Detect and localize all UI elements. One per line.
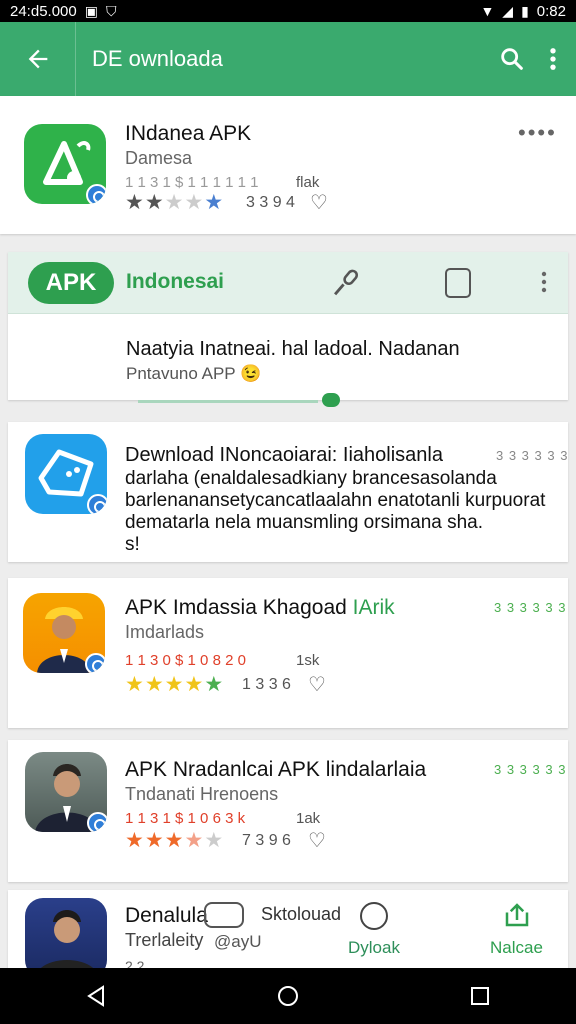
apk-badge: APK [28, 262, 114, 304]
action-label[interactable]: Sktolouad [261, 904, 341, 925]
rating-count: 7 3 9 6 [242, 832, 291, 849]
action-label[interactable]: Nalcae [490, 938, 543, 958]
verified-badge-icon [87, 812, 107, 832]
clipboard-icon[interactable] [445, 268, 471, 298]
app-name: APK Imdassia Khagoad IArik [125, 596, 395, 619]
featured-banner[interactable]: APK Indonesai Naatyia Inatneai. hal lado… [8, 252, 568, 407]
app-title: Dewnload INoncaoiarai: Iiaholisanla [125, 444, 443, 466]
gallery-icon: ▣ [84, 2, 98, 19]
system-nav-bar [0, 968, 576, 1024]
status-time-right: 0:82 [536, 2, 566, 20]
app-icon [25, 898, 107, 968]
favorite-icon[interactable]: ♡ [308, 672, 326, 697]
app-developer: Tndanati Hrenoens [125, 784, 279, 804]
person-avatar-icon [41, 910, 93, 968]
app-name: APK Nradanlcai APK lindalarlaia [125, 758, 427, 781]
arrow-back-icon [28, 49, 47, 69]
banner-title: Indonesai [126, 270, 225, 293]
banner-description: Naatyia Inatneai. hal ladoal. Nadanan [126, 338, 460, 360]
list-item[interactable]: Denalula Trerlaleity 2 2 Sktolouad @ayU … [8, 890, 568, 968]
app-icon [24, 124, 106, 204]
list-item[interactable]: Dewnload INoncaoiarai: Iiaholisanla 3 3 … [8, 422, 568, 562]
status-time-left: 24:d5.000 [10, 2, 77, 20]
cut-off-text: 2 2 [125, 958, 145, 968]
more-vert-icon[interactable] [548, 45, 558, 73]
progress-track [138, 400, 318, 403]
app-icon [23, 593, 105, 673]
progress-handle[interactable] [322, 393, 340, 407]
app-size: 1ak [296, 810, 321, 827]
rating-stars: ★★★★★ [125, 191, 225, 214]
favorite-icon[interactable]: ♡ [310, 190, 328, 215]
microphone-icon[interactable] [328, 266, 362, 300]
search-icon[interactable] [498, 45, 526, 73]
rating-tag: 3 3 3 3 3 3 [496, 448, 569, 463]
rating-tag: 3 3 3 3 3 3 [494, 600, 567, 615]
app-bar: DE ownloada [0, 22, 576, 96]
status-bar: 24:d5.000 ▣ ⛉ ▼ ◢ ▮ 0:82 [0, 0, 576, 22]
description-line: barlenanansetycancatlaalahn enatotanli k… [125, 490, 546, 511]
app-name-highlight: IArik [352, 596, 395, 619]
app-meta: 1 1 3 0 $ 1 0 8 2 0 [125, 652, 246, 669]
upload-icon[interactable] [502, 900, 532, 930]
list-item[interactable]: APK Nradanlcai APK lindalarlaia 3 3 3 3 … [8, 740, 568, 882]
home-nav-button[interactable] [268, 976, 308, 1016]
action-sublabel: @ayU [214, 932, 262, 951]
rating-stars: ★★★★★ [125, 829, 225, 852]
emoji: 😉 [240, 364, 262, 383]
app-icon [25, 434, 107, 514]
app-name: Denalula [125, 904, 208, 927]
favorite-icon[interactable]: ♡ [308, 828, 326, 853]
wifi-icon: ▼ [480, 3, 495, 19]
back-nav-button[interactable] [76, 976, 116, 1016]
rating-stars: ★★★★★ [125, 673, 225, 696]
download-label[interactable]: Dyloak [348, 938, 400, 958]
description-line: darlaha (enaldalesadkiany brancesasoland… [125, 468, 497, 489]
rating-tag: 3 3 3 3 3 3 [494, 762, 567, 777]
banner-subtitle: Pntavuno APP 😉 [126, 364, 262, 383]
triangle-back-icon [87, 985, 104, 1007]
overflow-menu-button[interactable]: •••• [518, 120, 557, 146]
list-item[interactable]: INdanea APK Damesa 1 1 3 1 $ 1 1 1 1 1 1… [0, 96, 576, 234]
rating-count: 3 3 9 4 [246, 194, 295, 211]
description-line: s! [125, 534, 140, 555]
battery-icon: ▮ [521, 2, 529, 19]
square-recents-icon [471, 987, 489, 1005]
shield-icon: ⛉ [105, 2, 117, 19]
page-title: DE ownloada [92, 46, 223, 71]
app-meta: 1 1 3 1 $ 1 1 1 1 1 1 [125, 174, 259, 191]
app-size: flak [296, 174, 320, 191]
circle-home-icon [278, 986, 298, 1006]
back-button[interactable] [0, 22, 76, 96]
app-developer: Trerlaleity [125, 930, 204, 950]
share-icon[interactable] [204, 902, 244, 928]
apk-badge-label: APK [45, 269, 97, 296]
verified-badge-icon [87, 494, 107, 514]
app-developer: Damesa [125, 148, 193, 168]
app-name: INdanea APK [125, 122, 252, 145]
description-line: dematarla nela muansmling orsimana sha. [125, 512, 484, 533]
app-size: 1sk [296, 652, 320, 669]
verified-badge-icon [85, 653, 105, 673]
download-circle-icon[interactable] [360, 902, 388, 930]
recents-nav-button[interactable] [460, 976, 500, 1016]
app-meta: 1 1 3 1 $ 1 0 6 3 k [125, 810, 246, 827]
list-item[interactable]: APK Imdassia Khagoad IArik 3 3 3 3 3 3 I… [8, 578, 568, 728]
rating-count: 1 3 3 6 [242, 676, 291, 693]
app-developer: Imdarlads [125, 622, 205, 642]
more-vert-icon[interactable] [540, 270, 548, 294]
verified-badge-icon [86, 184, 106, 204]
app-icon [25, 752, 107, 832]
signal-icon: ◢ [502, 2, 514, 19]
